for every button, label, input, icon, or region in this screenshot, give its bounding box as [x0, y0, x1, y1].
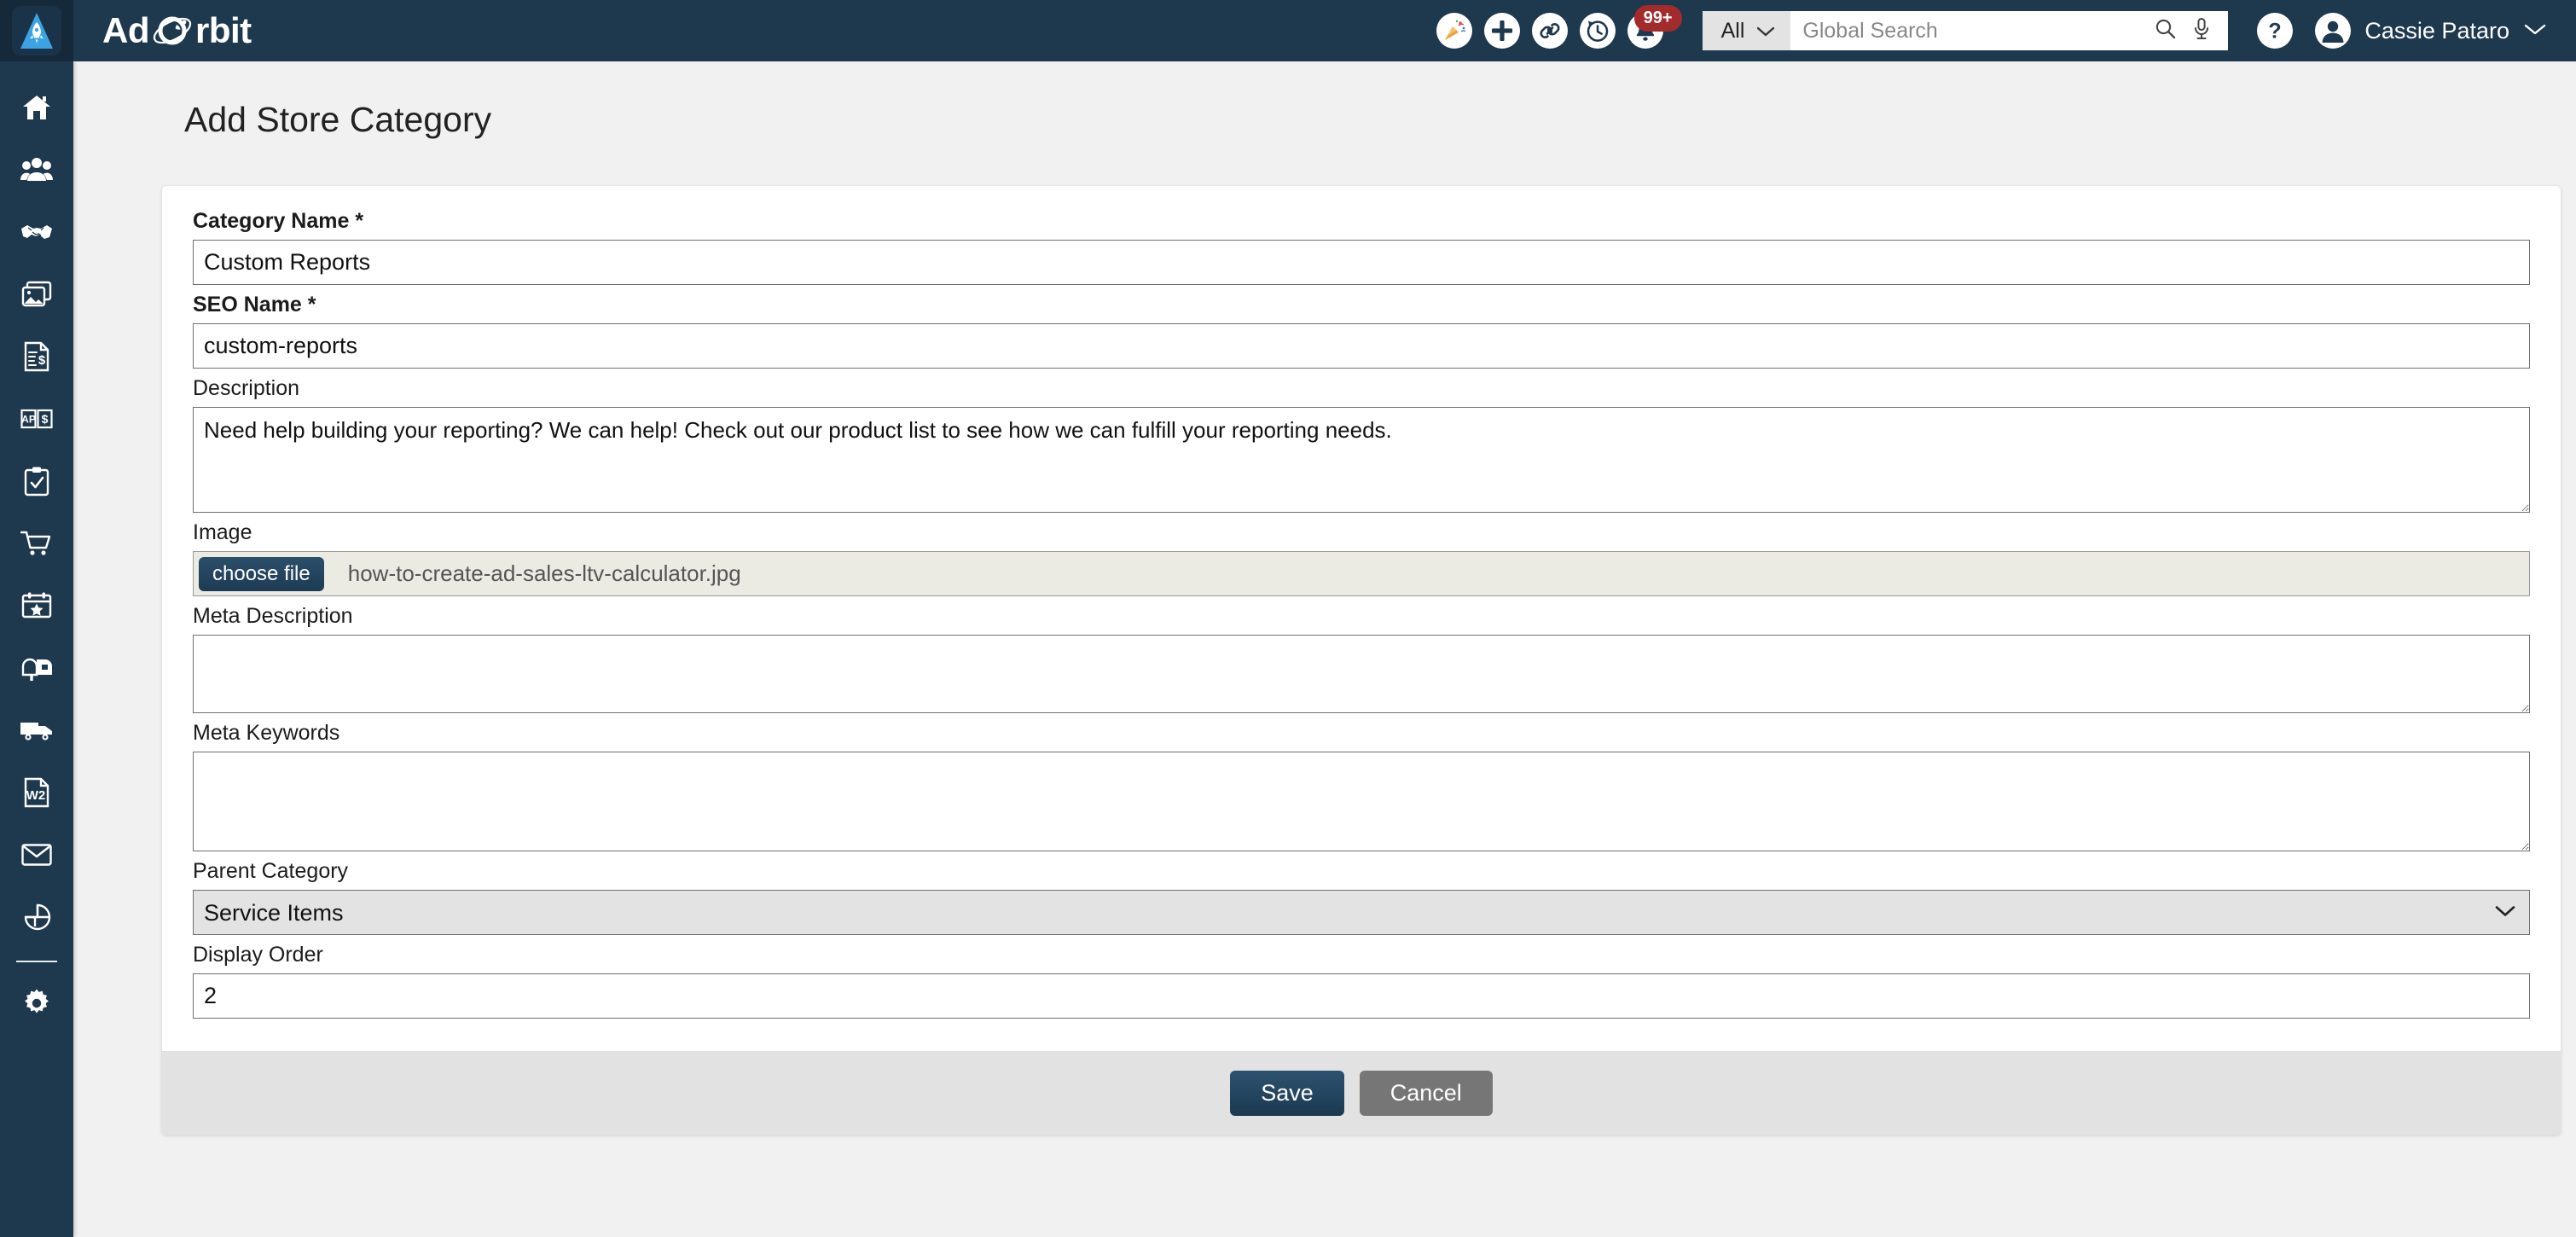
svg-text:AP: AP [21, 414, 36, 426]
field-category-name: Category Name * [193, 208, 2530, 285]
image-file-picker[interactable]: choose file how-to-create-ad-sales-ltv-c… [193, 551, 2530, 596]
history-icon[interactable] [1579, 13, 1616, 49]
left-sidebar-nav: $ AP $ W2 [0, 61, 73, 1237]
sidebar-item-sales[interactable] [0, 203, 73, 265]
page-title: Add Store Category [184, 100, 492, 139]
chevron-down-icon[interactable] [2523, 22, 2547, 40]
cancel-button[interactable]: Cancel [1359, 1070, 1493, 1116]
meta-description-textarea[interactable] [193, 635, 2530, 713]
sidebar-item-email[interactable] [0, 826, 73, 888]
people-group-icon [20, 155, 53, 189]
field-meta-keywords: Meta Keywords [193, 720, 2530, 851]
shopping-cart-icon [20, 530, 53, 561]
ap-ledger-dollar-icon: AP $ [20, 407, 53, 435]
search-icon[interactable] [2154, 17, 2177, 44]
top-header-bar: Ad rbit 99+ All Global Search ? Cassie P… [0, 0, 2576, 61]
seo-name-input[interactable] [193, 323, 2530, 369]
selected-file-name: how-to-create-ad-sales-ltv-calculator.jp… [347, 560, 741, 586]
envelope-icon [21, 843, 52, 871]
global-search-bar: All [1702, 11, 2229, 50]
image-label: Image [193, 520, 252, 544]
field-description: Description [193, 375, 2530, 513]
display-order-label: Display Order [193, 943, 323, 967]
add-store-category-card: Category Name * SEO Name * Description I… [162, 186, 2561, 1135]
mailbox-icon [21, 654, 52, 686]
field-parent-category: Parent Category Service Items [193, 858, 2530, 935]
notifications-bell-icon[interactable]: 99+ [1627, 5, 1682, 49]
sidebar-item-crm[interactable] [0, 141, 73, 203]
calendar-star-icon [21, 592, 52, 624]
brand-wordmark[interactable]: Ad rbit [102, 9, 252, 53]
gear-icon [21, 988, 52, 1023]
invoice-dollar-icon: $ [23, 341, 50, 376]
search-action-icons [2149, 11, 2229, 50]
sidebar-item-tasks[interactable] [0, 452, 73, 514]
rocket-logo-icon [12, 6, 61, 55]
search-scope-dropdown[interactable]: All [1702, 11, 1791, 50]
microphone-icon[interactable] [2192, 17, 2211, 44]
application-root: Ad rbit 99+ All Global Search ? Cassie P… [0, 0, 2576, 1237]
description-label: Description [193, 376, 300, 400]
choose-file-button[interactable]: choose file [199, 556, 324, 591]
display-order-input[interactable] [193, 973, 2530, 1019]
w2-document-icon: W2 [23, 777, 50, 812]
sidebar-item-events[interactable] [0, 577, 73, 639]
form-footer: Save Cancel [162, 1051, 2561, 1135]
brand-suffix: rbit [195, 10, 252, 50]
sidebar-item-w2[interactable]: W2 [0, 764, 73, 826]
sidebar-item-home[interactable] [0, 78, 73, 141]
app-logo-tile[interactable] [0, 0, 73, 61]
pie-chart-icon [22, 903, 51, 935]
svg-text:?: ? [2269, 20, 2282, 44]
user-name-label: Cassie Pataro [2364, 17, 2509, 44]
parent-category-label: Parent Category [193, 859, 349, 883]
delivery-truck-icon [20, 718, 54, 746]
handshake-icon [20, 220, 53, 248]
celebration-icon[interactable] [1436, 13, 1472, 49]
parent-category-select[interactable]: Service Items [193, 890, 2530, 935]
add-icon[interactable] [1483, 13, 1520, 49]
help-question-icon[interactable]: ? [2257, 13, 2294, 49]
field-display-order: Display Order [193, 942, 2530, 1019]
meta-keywords-textarea[interactable] [193, 752, 2530, 851]
user-avatar-icon[interactable] [2315, 13, 2352, 49]
svg-text:W2: W2 [26, 788, 46, 803]
sidebar-divider [16, 961, 57, 962]
svg-text:$: $ [42, 412, 49, 426]
sidebar-item-reports[interactable] [0, 888, 73, 950]
sidebar-item-subscriptions[interactable] [0, 639, 73, 701]
seo-name-label: SEO Name * [193, 293, 316, 317]
category-name-input[interactable] [193, 240, 2530, 285]
clipboard-check-icon [23, 466, 50, 501]
description-textarea[interactable] [193, 407, 2530, 513]
home-icon [21, 92, 52, 127]
notification-count-badge: 99+ [1633, 5, 1682, 32]
sidebar-item-media[interactable] [0, 265, 73, 328]
meta-keywords-label: Meta Keywords [193, 721, 340, 745]
search-input[interactable] [1790, 11, 2150, 50]
chevron-down-icon [1756, 19, 1775, 44]
sidebar-item-invoices[interactable]: $ [0, 328, 73, 390]
field-meta-description: Meta Description [193, 603, 2530, 713]
brand-prefix: Ad [102, 10, 150, 50]
sidebar-item-distribution[interactable] [0, 701, 73, 764]
sidebar-item-settings[interactable] [0, 974, 73, 1037]
svg-text:$: $ [38, 353, 46, 368]
field-seo-name: SEO Name * [193, 292, 2530, 369]
sidebar-item-store[interactable] [0, 514, 73, 577]
main-content-area: Add Store Category Category Name * SEO N… [73, 61, 2576, 1237]
save-button[interactable]: Save [1230, 1070, 1344, 1116]
header-icon-group: 99+ [1436, 5, 1682, 49]
search-scope-label: All [1720, 18, 1745, 43]
form-body: Category Name * SEO Name * Description I… [162, 186, 2561, 1051]
sidebar-item-accounts-payable[interactable]: AP $ [0, 390, 73, 452]
orbit-logo-icon [150, 9, 194, 53]
link-icon[interactable] [1531, 13, 1568, 49]
category-name-label: Category Name * [193, 209, 364, 233]
field-image: Image choose file how-to-create-ad-sales… [193, 520, 2530, 596]
parent-category-select-wrap: Service Items [193, 890, 2530, 935]
user-menu[interactable]: Cassie Pataro [2315, 13, 2547, 49]
meta-description-label: Meta Description [193, 604, 353, 628]
images-icon [21, 281, 52, 312]
